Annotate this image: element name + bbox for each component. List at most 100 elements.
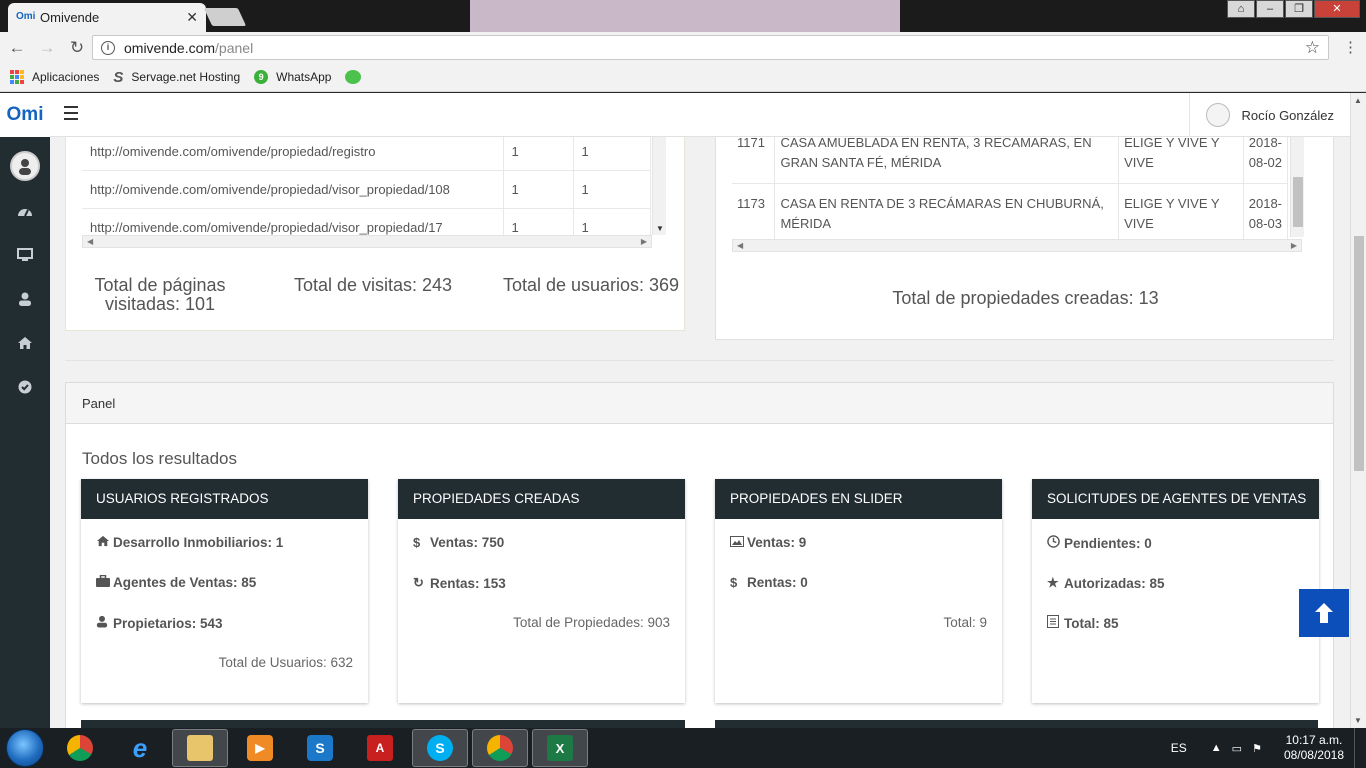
table-row: http://omivende.com/omivende/propiedad/v…	[82, 170, 651, 209]
pages-table: http://omivende.com/omivende/propiedad/r…	[82, 133, 651, 247]
new-tab-button[interactable]	[203, 8, 247, 26]
bookmark-label: Servage.net Hosting	[131, 70, 241, 84]
show-desktop-button[interactable]	[1354, 728, 1366, 768]
sidebar-item-dashboard[interactable]	[0, 189, 50, 233]
card-row-text: Ventas: 9	[747, 535, 807, 550]
properties-horizontal-scrollbar[interactable]: ◀ ▶	[732, 239, 1302, 252]
bookmark-star-icon[interactable]: ☆	[1305, 38, 1320, 58]
scroll-down-arrow-icon[interactable]: ▼	[656, 224, 664, 233]
close-tab-icon[interactable]: ✕	[186, 9, 198, 26]
minimize-button[interactable]: –	[1256, 0, 1284, 18]
scroll-right-arrow-icon[interactable]: ▶	[641, 236, 647, 247]
taskbar-app[interactable]: S	[292, 729, 348, 767]
sidebar-item-monitor[interactable]	[0, 233, 50, 277]
bookmark-label: WhatsApp	[276, 70, 332, 84]
total-properties-stat: Total de propiedades creadas: 13	[892, 288, 1159, 308]
back-to-top-button[interactable]	[1299, 589, 1349, 637]
arrow-up-icon	[1315, 603, 1333, 623]
card-row: Agentes de Ventas: 85	[96, 574, 256, 590]
close-window-button[interactable]: ✕	[1314, 0, 1360, 18]
forward-arrow-icon[interactable]: →	[34, 35, 60, 61]
language-indicator[interactable]: ES	[1171, 741, 1187, 755]
back-arrow-icon[interactable]: ←	[4, 35, 30, 61]
clock[interactable]: 10:17 a.m. 08/08/2018	[1284, 733, 1344, 763]
card-row-text: Pendientes: 0	[1064, 535, 1152, 551]
main-content: http://omivende.com/omivende/propiedad/r…	[50, 93, 1350, 728]
address-bar[interactable]: i omivende.com/panel ☆	[92, 35, 1329, 60]
skype-icon: S	[427, 735, 453, 761]
sidebar-item-users[interactable]	[0, 277, 50, 321]
page-vertical-scrollbar[interactable]: ▲ ▼	[1350, 93, 1366, 728]
bookmark-whatsapp[interactable]: 9 WhatsApp	[254, 70, 331, 84]
taskbar-media-player[interactable]: ▶	[232, 729, 288, 767]
table-row: http://omivende.com/omivende/propiedad/r…	[82, 133, 651, 171]
browser-menu-icon[interactable]: ⋮	[1343, 38, 1358, 56]
taskbar-chrome[interactable]	[52, 729, 108, 767]
url-path: /panel	[215, 39, 254, 56]
bookmarks-bar: Aplicaciones S Servage.net Hosting 9 Wha…	[0, 63, 1366, 92]
network-icon[interactable]: ▭	[1232, 742, 1242, 755]
properties-vertical-scrollbar[interactable]	[1290, 137, 1304, 237]
dollar-icon: $	[730, 575, 738, 590]
system-tray: ES ▲ ▭ ⚑ 10:17 a.m. 08/08/2018	[1171, 728, 1366, 768]
taskbar-explorer[interactable]	[172, 729, 228, 767]
card-row: ↻ Rentas: 153	[413, 575, 506, 591]
bookmark-servage[interactable]: S Servage.net Hosting	[113, 69, 240, 86]
card-row: Propietarios: 543	[96, 615, 223, 631]
omi-logo[interactable]: Omi	[0, 93, 50, 137]
browser-tab[interactable]: Omi Omivende ✕	[8, 3, 206, 32]
monitor-icon	[17, 248, 33, 261]
total-pages-stat: Total de páginas visitadas: 101	[80, 276, 240, 314]
clock-date: 08/08/2018	[1283, 748, 1344, 762]
taskbar-excel[interactable]: X	[532, 729, 588, 767]
user-icon	[19, 292, 31, 306]
taskbar-acrobat[interactable]: A	[352, 729, 408, 767]
taskbar-ie[interactable]: e	[112, 729, 168, 767]
panel-heading: Panel	[66, 383, 1333, 424]
sidebar-item-home[interactable]	[0, 321, 50, 365]
scroll-right-arrow-icon[interactable]: ▶	[1291, 240, 1297, 251]
wechat-icon	[345, 70, 362, 84]
hamburger-menu-icon[interactable]	[64, 106, 78, 120]
start-button[interactable]	[6, 729, 44, 767]
tab-title: Omivende	[40, 10, 100, 25]
reload-icon[interactable]: ↻	[64, 35, 90, 61]
bookmark-wechat[interactable]	[345, 70, 362, 84]
user-profile-button[interactable]: ⌂	[1227, 0, 1255, 18]
card-title: SOLICITUDES DE AGENTES DE VENTAS	[1032, 479, 1319, 519]
user-menu[interactable]: Rocío González	[1188, 93, 1351, 137]
card-row: Ventas: 9	[730, 535, 806, 550]
next-card-header	[715, 720, 1318, 728]
ie-icon: e	[132, 732, 148, 763]
scroll-left-arrow-icon[interactable]: ◀	[737, 240, 743, 251]
user-avatar-icon	[19, 159, 31, 175]
tray-expand-icon[interactable]: ▲	[1211, 742, 1222, 754]
scroll-left-arrow-icon[interactable]: ◀	[87, 236, 93, 247]
user-avatar	[1205, 103, 1230, 127]
card-row: Desarrollo Inmobiliarios: 1	[96, 535, 283, 550]
flag-icon[interactable]: ⚑	[1252, 742, 1262, 755]
card-title: USUARIOS REGISTRADOS	[81, 479, 368, 519]
page-url-cell: http://omivende.com/omivende/propiedad/v…	[82, 170, 504, 209]
info-icon[interactable]: i	[101, 40, 115, 55]
maximize-button[interactable]: ❐	[1285, 0, 1313, 18]
card-row-text: Propietarios: 543	[113, 615, 223, 631]
scroll-down-arrow-icon[interactable]: ▼	[1354, 716, 1362, 725]
whatsapp-icon: 9	[254, 70, 269, 84]
sidebar-avatar[interactable]	[10, 151, 40, 181]
scrollbar-thumb[interactable]	[1293, 177, 1303, 227]
total-pages-line1: Total de páginas	[94, 275, 226, 295]
table-horizontal-scrollbar[interactable]: ◀ ▶	[82, 235, 652, 248]
table-vertical-scrollbar[interactable]: ▼	[652, 137, 666, 235]
panel-subtitle: Todos los resultados	[82, 449, 237, 468]
sidebar-item-approvals[interactable]	[0, 365, 50, 409]
card-row-text: Ventas: 750	[430, 535, 505, 550]
clock-time: 10:17 a.m.	[1285, 733, 1343, 747]
taskbar-chrome-active[interactable]	[472, 729, 528, 767]
page-scrollbar-thumb[interactable]	[1354, 236, 1364, 471]
taskbar-skype[interactable]: S	[412, 729, 468, 767]
bookmark-apps[interactable]: Aplicaciones	[10, 70, 99, 84]
count-cell: 1	[573, 170, 651, 209]
scroll-up-arrow-icon[interactable]: ▲	[1354, 96, 1362, 105]
card-title: PROPIEDADES CREADAS	[398, 479, 685, 519]
